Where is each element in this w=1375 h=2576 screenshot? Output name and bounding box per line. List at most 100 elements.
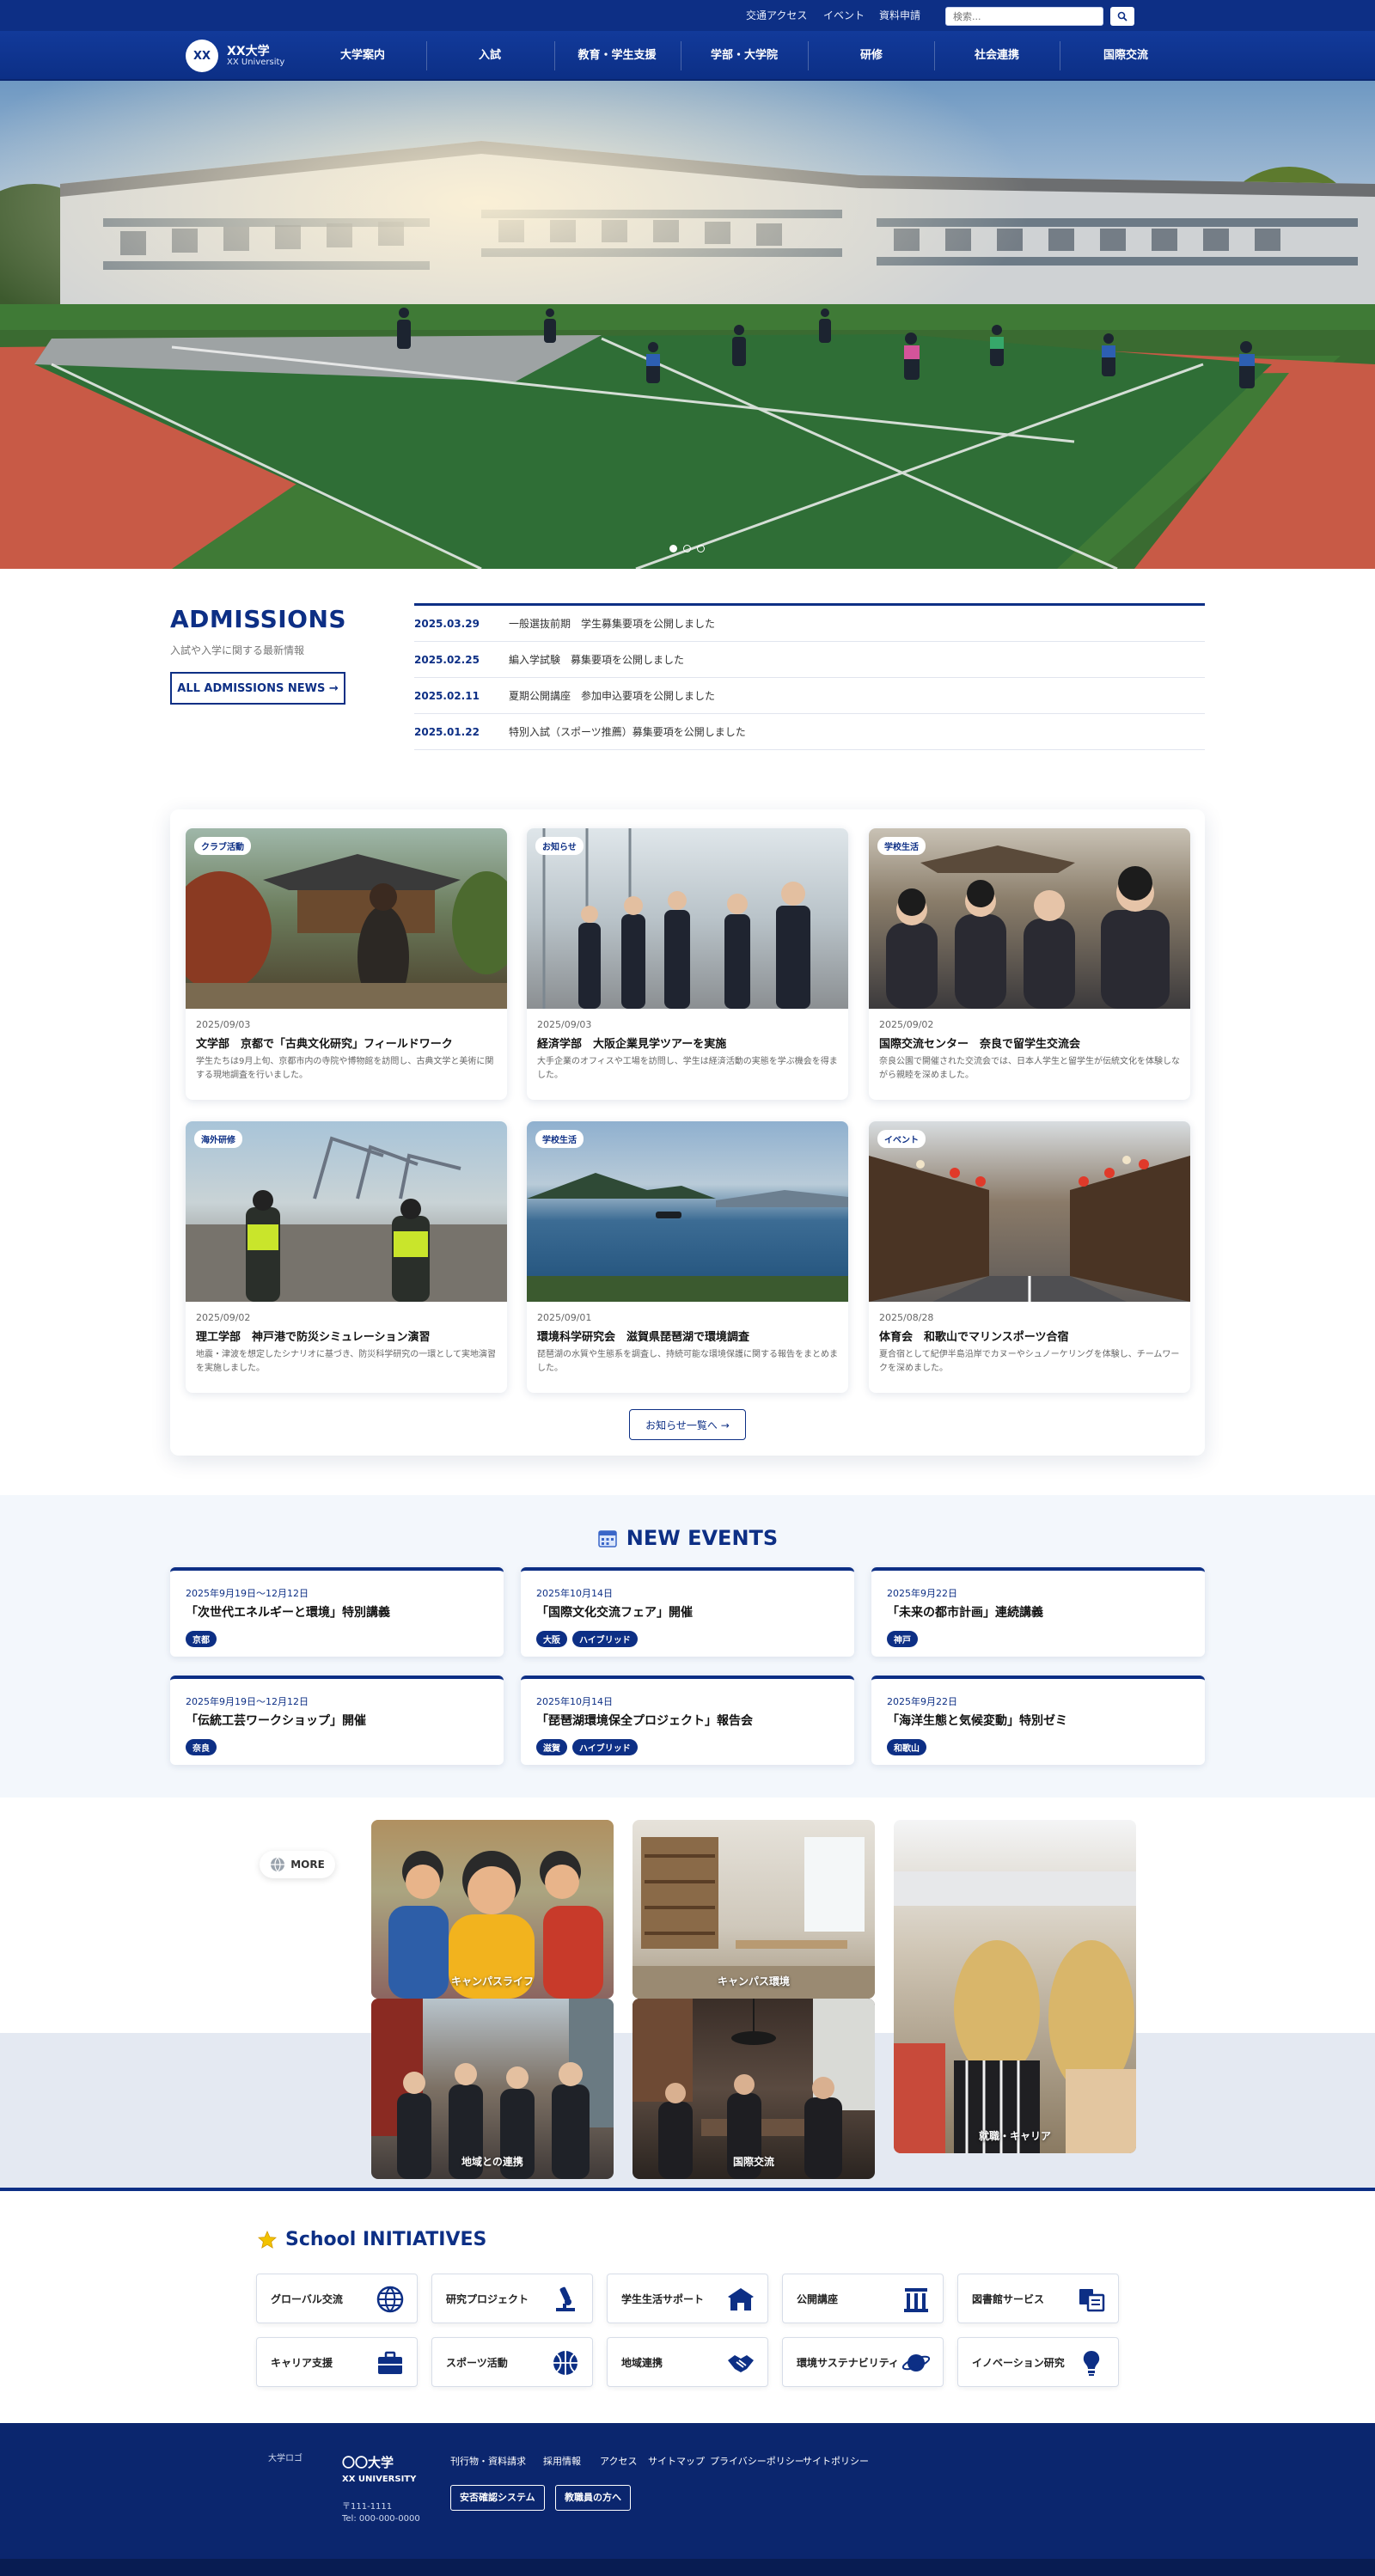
- footer-link-privacy[interactable]: プライバシーポリシー: [710, 2454, 804, 2468]
- initiative-library-service[interactable]: 図書館サービス: [957, 2274, 1119, 2323]
- nav-faculties[interactable]: 学部・大学院: [694, 31, 794, 81]
- news-card-desc: 大手企業のオフィスや工場を訪問し、学生は経済活動の実態を学ぶ機会を得ました。: [537, 1057, 838, 1080]
- more-button[interactable]: MORE: [260, 1851, 335, 1878]
- initiative-career-support[interactable]: キャリア支援: [256, 2337, 418, 2387]
- news-card-desc: 奈良公園で開催された交流会では、日本人学生と留学生が伝統文化を体験しながら親睦を…: [879, 1057, 1180, 1080]
- news-card-date: 2025/09/02: [879, 1019, 934, 1030]
- news-card-date: 2025/09/01: [537, 1312, 592, 1323]
- footer-university-name-en: XX UNIVERSITY: [342, 2475, 417, 2484]
- news-card-desc: 夏合宿として紀伊半島沿岸でカヌーやシュノーケリングを体験し、チームワークを深めま…: [879, 1350, 1180, 1373]
- event-title: 「伝統工芸ワークショップ」開催: [186, 1714, 366, 1728]
- event-tag: 和歌山: [887, 1739, 926, 1755]
- footer-university-name: 〇〇大学: [342, 2455, 394, 2470]
- hero-carousel[interactable]: [0, 81, 1375, 569]
- all-admissions-news-button[interactable]: ALL ADMISSIONS NEWS →: [170, 672, 345, 705]
- search-button[interactable]: [1110, 7, 1134, 26]
- news-card[interactable]: 学校生活 2025/09/01 環境科学研究会 滋賀県琵琶湖で環境調査 琵琶湖の…: [527, 1121, 848, 1393]
- nav-training[interactable]: 研修: [827, 31, 916, 81]
- staff-button[interactable]: 教職員の方へ: [555, 2485, 631, 2511]
- career-tile[interactable]: 就職・キャリア: [894, 1820, 1136, 2153]
- search-input[interactable]: [945, 7, 1103, 26]
- campus-life-image: [371, 1820, 614, 1999]
- news-card-date: 2025/09/02: [196, 1312, 251, 1323]
- initiative-student-support[interactable]: 学生生活サポート: [607, 2274, 768, 2323]
- tile-label: 就職・キャリア: [978, 2130, 1051, 2142]
- carousel-dot-1[interactable]: [669, 545, 677, 552]
- news-card[interactable]: お知らせ 2025/09/03 経済学部 大阪企業見学ツアーを実施 大手企業のオ…: [527, 828, 848, 1100]
- initiative-public-lecture[interactable]: 公開講座: [782, 2274, 944, 2323]
- carousel-dot-3[interactable]: [697, 545, 705, 552]
- logo-mark[interactable]: XX: [186, 40, 218, 72]
- initiative-sports[interactable]: スポーツ活動: [431, 2337, 593, 2387]
- nav-international[interactable]: 国際交流: [1081, 31, 1170, 81]
- campus-life-tile[interactable]: キャンパスライフ: [371, 1820, 614, 1999]
- admissions-news-item[interactable]: 2025.02.25 編入学試験 募集要項を公開しました: [414, 642, 1205, 678]
- globe-icon: [376, 2286, 404, 2313]
- event-card[interactable]: 2025年10月14日 「国際文化交流フェア」開催 大阪 ハイブリッド: [521, 1567, 854, 1657]
- util-link-events[interactable]: イベント: [823, 0, 865, 31]
- safety-check-button[interactable]: 安否確認システム: [450, 2485, 545, 2511]
- event-tag: 京都: [186, 1631, 217, 1647]
- campus-environment-tile[interactable]: キャンパス環境: [632, 1820, 875, 1999]
- nav-admissions[interactable]: 入試: [445, 31, 535, 81]
- news-card-desc: 学生たちは9月上旬、京都市内の寺院や博物館を訪問し、古典文学と美術に関する現地調…: [196, 1057, 494, 1080]
- news-card[interactable]: イベント 2025/08/28 体育会 和歌山でマリンスポーツ合宿 夏合宿として…: [869, 1121, 1190, 1393]
- admissions-news-item[interactable]: 2025.01.22 特別入試（スポーツ推薦）募集要項を公開しました: [414, 714, 1205, 750]
- util-link-request[interactable]: 資料申請: [879, 0, 920, 31]
- international-tile[interactable]: 国際交流: [632, 1999, 875, 2179]
- event-card[interactable]: 2025年9月19日〜12月12日 「次世代エネルギーと環境」特別講義 京都: [170, 1567, 504, 1657]
- basketball-icon: [553, 2351, 578, 2375]
- tile-label: キャンパスライフ: [450, 1975, 534, 1987]
- nav-education[interactable]: 教育・学生支援: [567, 31, 667, 81]
- news-card-desc: 地震・津波を想定したシナリオに基づき、防災科学研究の一環として実地演習を実施しま…: [196, 1350, 496, 1373]
- admissions-news-item[interactable]: 2025.03.29 一般選抜前期 学生募集要項を公開しました: [414, 606, 1205, 642]
- news-card-date: 2025/08/28: [879, 1312, 934, 1323]
- util-link-access[interactable]: 交通アクセス: [746, 0, 807, 31]
- news-card[interactable]: 学校生活 2025/09/02 国際交流センター 奈良で留学生交流会 奈良公園で…: [869, 828, 1190, 1100]
- admissions-news-item[interactable]: 2025.02.11 夏期公開講座 参加申込要項を公開しました: [414, 678, 1205, 714]
- footer-link-recruit[interactable]: 採用情報: [543, 2454, 581, 2468]
- footer-link-access[interactable]: アクセス: [600, 2454, 637, 2468]
- initiative-sustainability[interactable]: 環境サステナビリティ: [782, 2337, 944, 2387]
- footer-logo-image: 大学ロゴ: [268, 2454, 302, 2463]
- event-card[interactable]: 2025年9月19日〜12月12日 「伝統工芸ワークショップ」開催 奈良: [170, 1676, 504, 1765]
- carousel-dot-2[interactable]: [683, 545, 691, 552]
- globe-icon: [271, 1857, 285, 1872]
- news-card-image: クラブ活動: [186, 828, 507, 1009]
- news-card[interactable]: 海外研修 2025/09/02 理工学部 神戸港で防災シミュレーション演習 地震…: [186, 1121, 507, 1393]
- initiative-innovation[interactable]: イノベーション研究: [957, 2337, 1119, 2387]
- initiative-research-project[interactable]: 研究プロジェクト: [431, 2274, 593, 2323]
- admissions-subtitle: 入試や入学に関する最新情報: [170, 644, 305, 656]
- news-date: 2025.02.25: [414, 653, 480, 666]
- event-card[interactable]: 2025年10月14日 「琵琶湖環境保全プロジェクト」報告会 滋賀 ハイブリッド: [521, 1676, 854, 1765]
- initiative-community[interactable]: 地域連携: [607, 2337, 768, 2387]
- footer-link-sitemap[interactable]: サイトマップ: [648, 2454, 705, 2468]
- planet-icon: [901, 2354, 931, 2372]
- nav-about[interactable]: 大学案内: [318, 31, 407, 81]
- community-tile[interactable]: 地域との連携: [371, 1999, 614, 2179]
- event-tag: ハイブリッド: [572, 1631, 638, 1647]
- search-icon: [1117, 11, 1128, 21]
- news-card[interactable]: クラブ活動 2025/09/03 文学部 京都で「古典文化研究」フィールドワーク…: [186, 828, 507, 1100]
- initiative-label: キャリア支援: [271, 2357, 333, 2369]
- initiative-label: 図書館サービス: [972, 2293, 1045, 2305]
- news-list-button[interactable]: お知らせ一覧へ →: [629, 1409, 746, 1440]
- initiative-label: イノベーション研究: [972, 2357, 1065, 2369]
- lightbulb-icon: [1083, 2351, 1100, 2376]
- event-card[interactable]: 2025年9月22日 「海洋生態と気候変動」特別ゼミ 和歌山: [871, 1676, 1205, 1765]
- nav-community[interactable]: 社会連携: [952, 31, 1042, 81]
- event-card[interactable]: 2025年9月22日 「未来の都市計画」連続講義 神戸: [871, 1567, 1205, 1657]
- footer-link-site-policy[interactable]: サイトポリシー: [803, 2454, 869, 2468]
- nav-divider: [426, 41, 427, 70]
- category-badge: お知らせ: [535, 837, 584, 855]
- news-date: 2025.03.29: [414, 617, 480, 630]
- international-image: [632, 1999, 875, 2179]
- campus-environment-image: [632, 1837, 875, 1999]
- initiative-global-exchange[interactable]: グローバル交流: [256, 2274, 418, 2323]
- category-badge: イベント: [877, 1130, 926, 1148]
- news-card-title: 文学部 京都で「古典文化研究」フィールドワーク: [196, 1038, 453, 1051]
- event-title: 「次世代エネルギーと環境」特別講義: [186, 1606, 390, 1620]
- logo-name[interactable]: XX大学: [227, 42, 270, 59]
- footer-link-publications[interactable]: 刊行物・資料請求: [450, 2454, 526, 2468]
- tile-label: キャンパス環境: [717, 1975, 790, 1987]
